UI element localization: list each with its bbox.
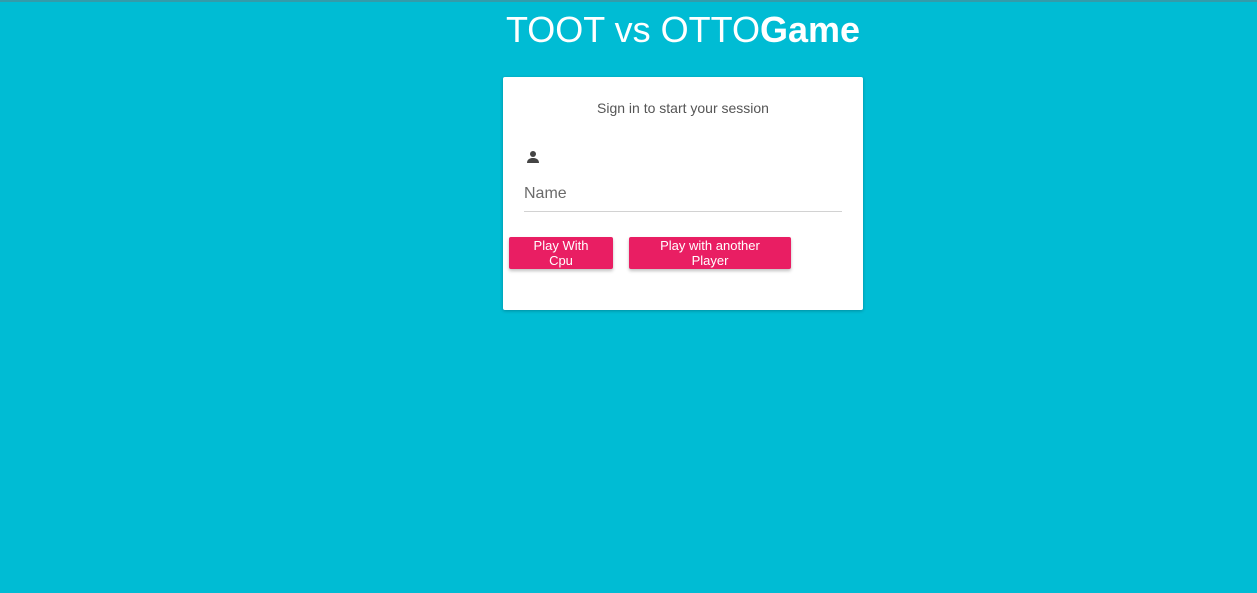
session-message: Sign in to start your session <box>597 100 769 116</box>
page-title: TOOT vs OTTOGame <box>0 8 1257 52</box>
title-regular: TOOT vs OTTO <box>505 9 760 50</box>
title-bold: Game <box>759 9 861 50</box>
person-icon <box>526 150 540 164</box>
name-input[interactable] <box>524 177 842 212</box>
login-card: Sign in to start your session Play With … <box>503 77 863 310</box>
top-border <box>0 0 1257 2</box>
play-with-another-player-button[interactable]: Play with another Player <box>629 237 791 269</box>
play-with-cpu-button[interactable]: Play With Cpu <box>509 237 613 269</box>
